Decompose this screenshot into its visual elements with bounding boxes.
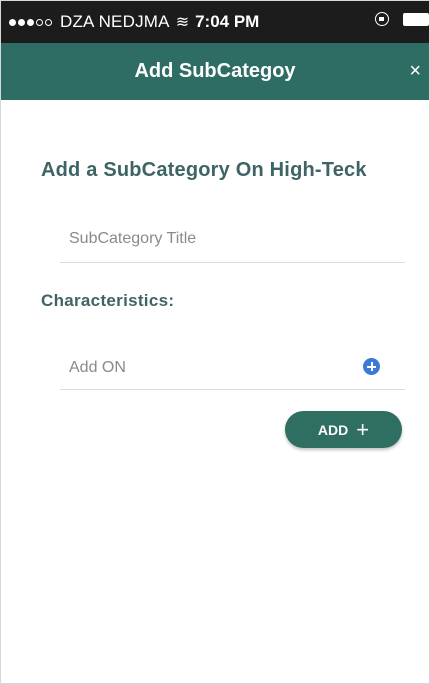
- status-left: DZA NEDJMA ≋ 7:04 PM: [9, 12, 259, 32]
- rotation-lock-icon: [375, 12, 389, 26]
- battery-icon: [403, 12, 429, 26]
- status-right: [375, 12, 429, 26]
- subcategory-title-input[interactable]: [60, 225, 349, 253]
- characteristics-label: Characteristics:: [41, 291, 175, 310]
- signal-dot: [18, 18, 25, 26]
- page-title: Add SubCategoy: [134, 60, 296, 82]
- app-header: Add SubCategoy ×: [1, 43, 429, 100]
- signal-dot: [45, 18, 52, 26]
- add-button-label: ADD: [317, 421, 349, 438]
- status-bar: DZA NEDJMA ≋ 7:04 PM: [1, 1, 429, 43]
- add-on-input[interactable]: [60, 354, 349, 382]
- subcategory-title-field-row: [60, 224, 405, 263]
- signal-dot: [9, 18, 16, 26]
- signal-dot: [27, 18, 34, 26]
- carrier-name: DZA NEDJMA: [60, 12, 170, 31]
- add-button[interactable]: ADD +: [285, 411, 402, 448]
- signal-dot: [36, 18, 43, 26]
- add-characteristic-icon[interactable]: [363, 358, 380, 375]
- signal-strength-icon: [9, 18, 54, 26]
- form-heading: Add a SubCategory On High-Teck: [41, 159, 367, 181]
- app-screen: DZA NEDJMA ≋ 7:04 PM Add SubCategoy × Ad…: [0, 0, 430, 684]
- add-on-field-row: [60, 354, 405, 390]
- wifi-icon: ≋: [175, 14, 190, 31]
- plus-icon: +: [356, 416, 370, 442]
- close-icon[interactable]: ×: [409, 43, 421, 100]
- status-time: 7:04 PM: [195, 12, 260, 31]
